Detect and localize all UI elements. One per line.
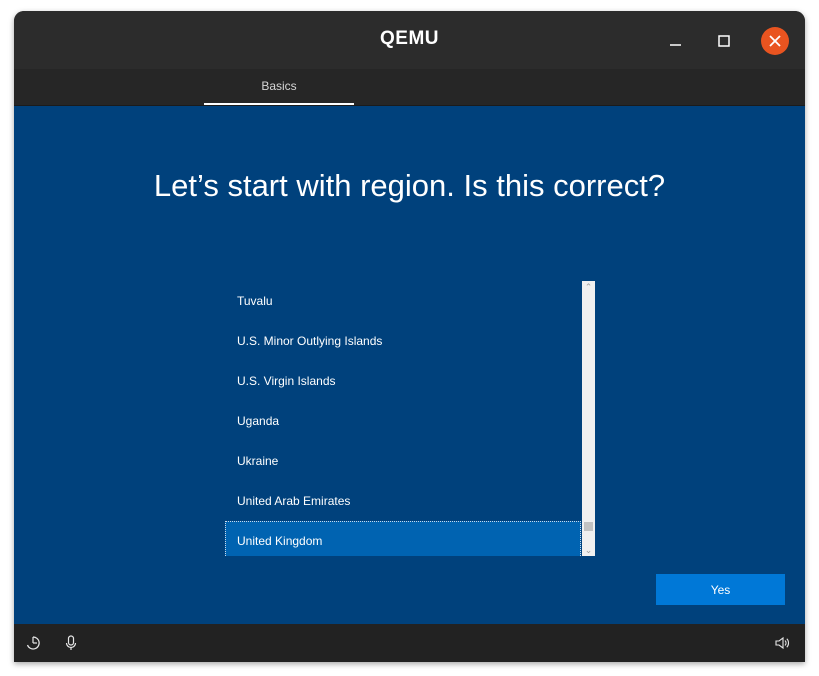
volume-icon[interactable] [773, 634, 791, 652]
accessibility-icon[interactable] [24, 634, 42, 652]
page-heading: Let’s start with region. Is this correct… [153, 168, 666, 203]
list-item-united-kingdom[interactable]: United Kingdom [225, 521, 581, 556]
qemu-window: QEMU Basics Let’s start with region. Is … [14, 11, 805, 662]
microphone-icon[interactable] [62, 634, 80, 652]
list-item-us-virgin-islands[interactable]: U.S. Virgin Islands [225, 361, 581, 401]
close-icon [769, 35, 781, 47]
list-item-tuvalu[interactable]: Tuvalu [225, 281, 581, 321]
scrollbar-thumb[interactable] [584, 522, 593, 531]
bottom-bar [14, 624, 805, 662]
scroll-up-icon[interactable]: ⌃ [582, 281, 595, 293]
tab-basics[interactable]: Basics [204, 69, 354, 105]
region-list[interactable]: Tuvalu U.S. Minor Outlying Islands U.S. … [225, 281, 595, 556]
list-item-united-arab-emirates[interactable]: United Arab Emirates [225, 481, 581, 521]
list-item-uganda[interactable]: Uganda [225, 401, 581, 441]
setup-page: Let’s start with region. Is this correct… [14, 106, 805, 624]
minimize-button[interactable] [663, 28, 689, 54]
close-button[interactable] [761, 27, 789, 55]
minimize-icon [670, 44, 681, 46]
title-bar[interactable]: QEMU [14, 11, 805, 69]
list-item-ukraine[interactable]: Ukraine [225, 441, 581, 481]
region-list-scrollbar[interactable]: ⌃ ⌄ [582, 281, 595, 556]
tab-bar: Basics [14, 69, 805, 106]
list-item-us-minor-outlying-islands[interactable]: U.S. Minor Outlying Islands [225, 321, 581, 361]
yes-button[interactable]: Yes [656, 574, 785, 605]
scroll-down-icon[interactable]: ⌄ [582, 544, 595, 556]
maximize-icon [718, 35, 730, 47]
maximize-button[interactable] [711, 28, 737, 54]
